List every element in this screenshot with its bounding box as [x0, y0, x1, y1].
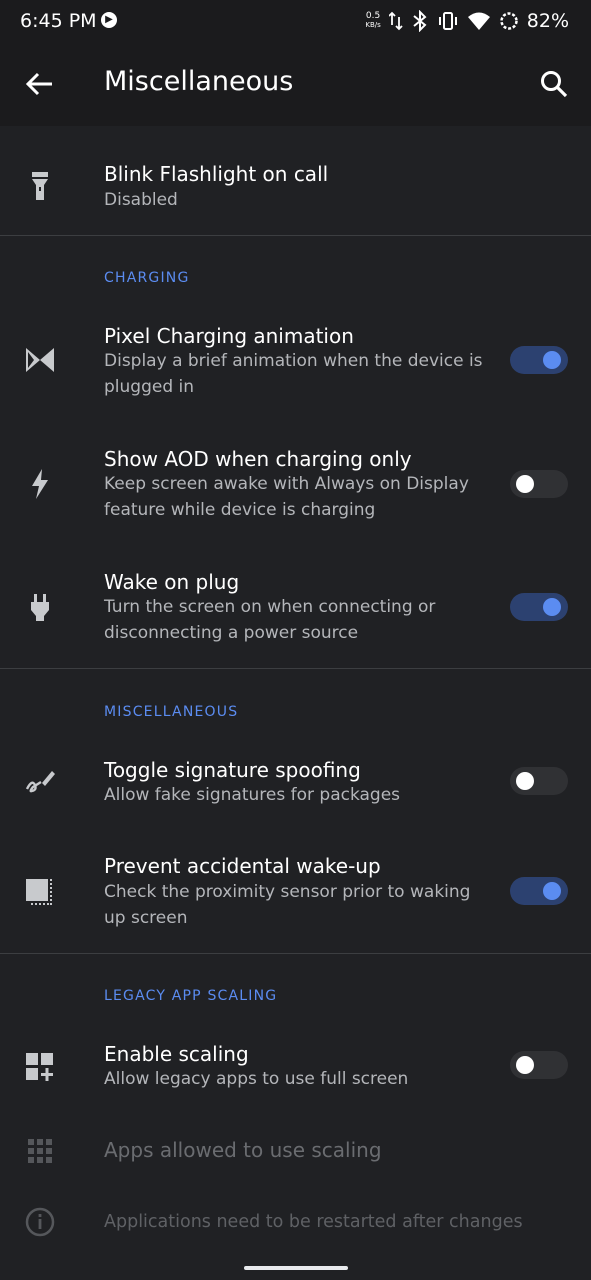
pref-title: Blink Flashlight on call: [104, 162, 329, 186]
pref-wake-on-plug[interactable]: Wake on plug Turn the screen on when con…: [0, 551, 591, 666]
pref-apps-allowed-scaling[interactable]: Apps allowed to use scaling: [0, 1117, 591, 1187]
pref-summary: Allow legacy apps to use full screen: [104, 1069, 409, 1089]
status-bar: 6:45 PM ▶ 0.5 KB/s 82%: [0, 0, 591, 44]
divider: [0, 953, 591, 954]
switch-knob: [516, 772, 534, 790]
pref-show-aod-when-charging[interactable]: Show AOD when charging only Keep screen …: [0, 428, 591, 541]
pref-summary: Disabled: [104, 190, 178, 210]
section-header-miscellaneous: MISCELLANEOUS: [104, 704, 239, 720]
charging-animation-icon: [26, 348, 54, 372]
divider: [0, 668, 591, 669]
toggle-switch[interactable]: [510, 346, 568, 374]
app-bar: Miscellaneous: [0, 44, 591, 126]
status-icons: 0.5 KB/s 82%: [365, 8, 569, 34]
pref-title: Apps allowed to use scaling: [104, 1138, 382, 1162]
data-arrows-icon: [388, 11, 403, 31]
vibrate-icon: [438, 12, 457, 30]
pref-summary: Display a brief animation when the devic…: [104, 351, 483, 397]
toggle-switch[interactable]: [510, 877, 568, 905]
switch-knob: [543, 598, 561, 616]
bluetooth-icon: [413, 10, 427, 32]
divider: [0, 235, 591, 236]
flashlight-icon: [32, 172, 48, 200]
pref-title: Enable scaling: [104, 1042, 249, 1066]
network-speed: 0.5 KB/s: [365, 11, 381, 30]
pref-summary: Check the proximity sensor prior to waki…: [104, 882, 471, 928]
signature-icon: [25, 771, 55, 793]
gesture-nav-bar[interactable]: [244, 1266, 348, 1270]
switch-knob: [543, 882, 561, 900]
search-icon[interactable]: [539, 69, 569, 99]
proximity-icon: [26, 879, 52, 905]
pref-summary: Turn the screen on when connecting or di…: [104, 597, 436, 643]
pref-summary: Allow fake signatures for packages: [104, 785, 401, 805]
pref-prevent-accidental-wakeup[interactable]: Prevent accidental wake-up Check the pro…: [0, 835, 591, 950]
info-footer: Applications need to be restarted after …: [0, 1190, 591, 1256]
toggle-switch[interactable]: [510, 767, 568, 795]
status-time: 6:45 PM: [20, 10, 97, 32]
switch-knob: [543, 351, 561, 369]
info-icon: [25, 1207, 55, 1237]
pref-title: Wake on plug: [104, 570, 240, 594]
scaling-icon: [26, 1053, 53, 1081]
toggle-switch[interactable]: [510, 1051, 568, 1079]
bolt-icon: [32, 469, 48, 499]
pref-title: Pixel Charging animation: [104, 324, 354, 348]
switch-knob: [516, 475, 534, 493]
pref-summary: Keep screen awake with Always on Display…: [104, 474, 469, 520]
toggle-switch[interactable]: [510, 470, 568, 498]
switch-knob: [516, 1056, 534, 1074]
toggle-switch[interactable]: [510, 593, 568, 621]
pref-title: Prevent accidental wake-up: [104, 854, 381, 878]
info-text: Applications need to be restarted after …: [104, 1212, 523, 1232]
section-header-charging: CHARGING: [104, 270, 190, 286]
pref-title: Show AOD when charging only: [104, 447, 412, 471]
back-arrow-icon[interactable]: [24, 68, 56, 100]
media-playing-icon: ▶: [101, 12, 117, 28]
pref-title: Toggle signature spoofing: [104, 758, 361, 782]
wifi-icon: [467, 12, 490, 30]
battery-percent: 82%: [526, 10, 569, 32]
pref-enable-scaling[interactable]: Enable scaling Allow legacy apps to use …: [0, 1024, 591, 1109]
section-header-legacy-scaling: LEGACY APP SCALING: [104, 988, 278, 1004]
plug-icon: [31, 594, 49, 621]
apps-grid-icon: [28, 1139, 52, 1163]
pref-signature-spoofing[interactable]: Toggle signature spoofing Allow fake sig…: [0, 740, 591, 825]
battery-saver-icon: [500, 12, 518, 30]
pref-pixel-charging-animation[interactable]: Pixel Charging animation Display a brief…: [0, 305, 591, 418]
page-title: Miscellaneous: [104, 66, 294, 97]
pref-blink-flashlight[interactable]: Blink Flashlight on call Disabled: [0, 126, 591, 235]
